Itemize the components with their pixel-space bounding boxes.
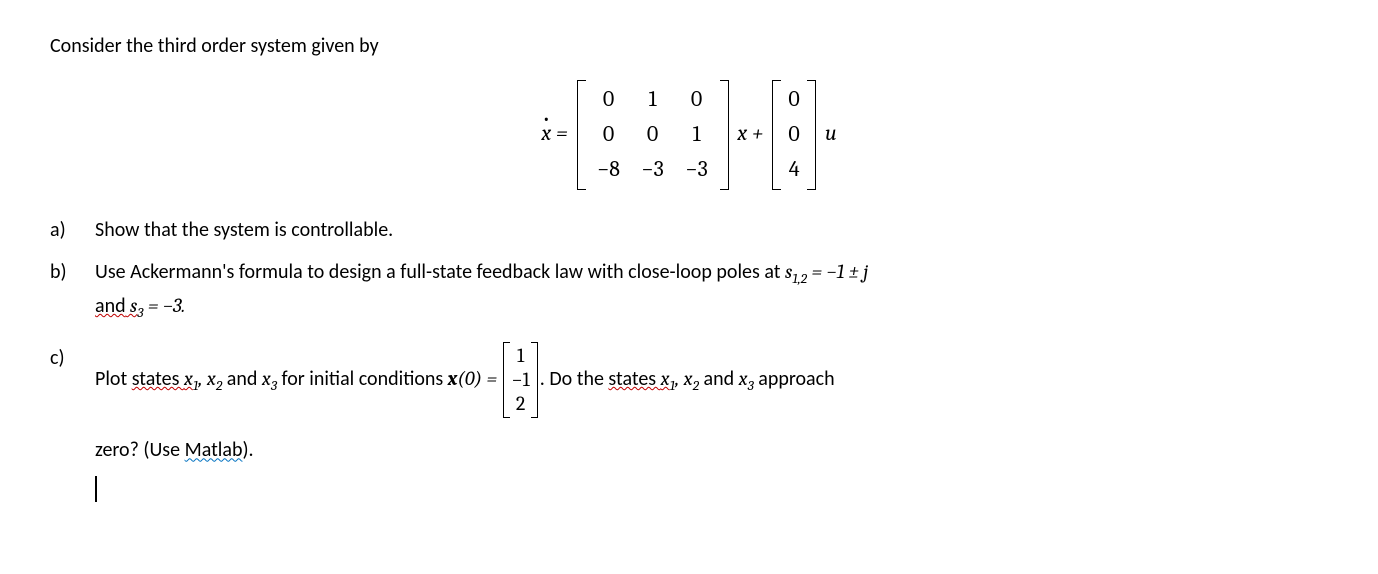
item-b-label: b)	[50, 256, 95, 288]
x0-vector: 1−12	[503, 342, 537, 418]
item-c: c) Plot states x1, x2 and x3 for initial…	[50, 342, 1328, 506]
matrix-B: 0 0 4	[772, 80, 816, 190]
intro-text: Consider the third order system given by	[50, 30, 1328, 62]
item-a: a) Show that the system is controllable.	[50, 214, 1328, 246]
matrix-A: 010 001 −8−3−3	[577, 80, 729, 190]
item-b-body: Use Ackermann's formula to design a full…	[95, 256, 1328, 325]
item-a-label: a)	[50, 214, 95, 246]
item-b: b) Use Ackermann's formula to design a f…	[50, 256, 1328, 325]
state-equation: x = 010 001 −8−3−3 x + 0 0 4 u	[50, 80, 1328, 190]
item-c-body: Plot states x1, x2 and x3 for initial co…	[95, 342, 1328, 506]
item-c-label: c)	[50, 342, 95, 374]
item-a-body: Show that the system is controllable.	[95, 214, 1328, 246]
text-cursor	[95, 476, 97, 502]
